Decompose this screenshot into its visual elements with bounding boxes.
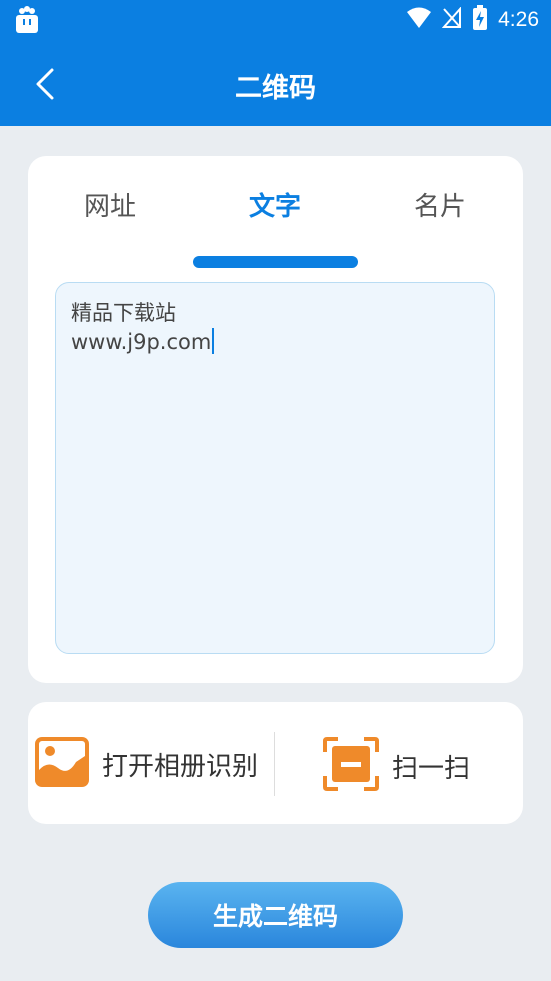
image-gallery-icon — [34, 736, 90, 792]
text-input[interactable]: 精品下载站 www.j9p.com — [55, 282, 495, 654]
scan-button[interactable]: 扫一扫 — [322, 736, 470, 796]
open-album-button[interactable]: 打开相册识别 — [34, 736, 258, 792]
input-card: 网址 文字 名片 精品下载站 www.j9p.com — [28, 156, 523, 683]
generate-qr-button[interactable]: 生成二维码 — [148, 882, 403, 948]
status-icons: 4:26 — [406, 5, 539, 35]
page-title: 二维码 — [235, 73, 316, 104]
text-cursor — [212, 328, 215, 354]
tab-business-card[interactable]: 名片 — [414, 186, 466, 223]
status-bar: 4:26 — [0, 0, 551, 40]
wifi-icon — [406, 7, 432, 33]
actions-card: 打开相册识别 扫一扫 — [28, 702, 523, 824]
text-input-line-1: 精品下载站 — [71, 301, 176, 325]
app-bar: 二维码 — [0, 40, 551, 126]
open-album-label: 打开相册识别 — [102, 751, 259, 782]
scan-label: 扫一扫 — [392, 753, 471, 784]
text-input-line-2: www.j9p.com — [71, 330, 212, 354]
tab-text[interactable]: 文字 — [249, 186, 301, 223]
scan-icon — [322, 736, 380, 796]
active-tab-indicator — [193, 256, 358, 268]
tab-url[interactable]: 网址 — [84, 186, 136, 223]
actions-divider — [274, 732, 275, 796]
no-signal-icon — [441, 6, 462, 33]
battery-charging-icon — [472, 5, 488, 35]
tab-bar: 网址 文字 名片 — [28, 186, 523, 268]
status-time: 4:26 — [498, 8, 539, 31]
store-bag-icon — [14, 6, 40, 38]
